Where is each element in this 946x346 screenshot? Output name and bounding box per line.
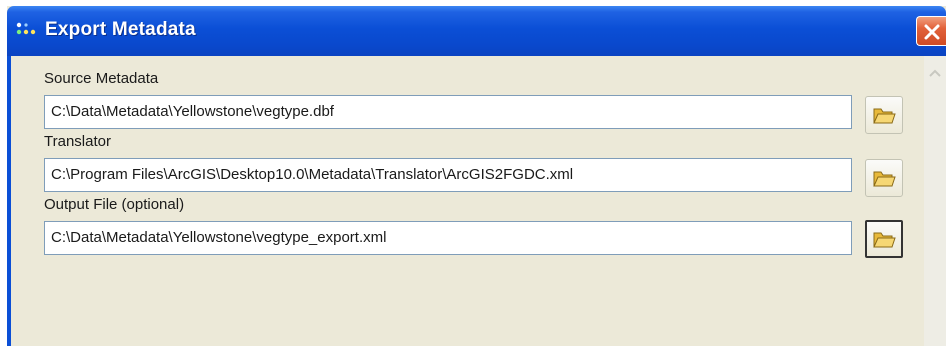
close-button[interactable] [916, 16, 946, 46]
output-file-label: Output File (optional) [44, 196, 185, 213]
output-file-browse-button[interactable] [865, 220, 903, 258]
close-icon [924, 24, 940, 40]
translator-input[interactable]: C:\Program Files\ArcGIS\Desktop10.0\Meta… [44, 158, 852, 192]
source-metadata-browse-button[interactable] [865, 96, 903, 134]
folder-icon [873, 232, 896, 248]
scrollbar[interactable] [924, 56, 946, 346]
translator-browse-button[interactable] [865, 159, 903, 197]
output-file-input[interactable]: C:\Data\Metadata\Yellowstone\vegtype_exp… [44, 221, 852, 255]
folder-icon [873, 108, 896, 124]
title-bar[interactable]: Export Metadata [7, 6, 946, 56]
folder-icon [873, 171, 896, 187]
export-metadata-dialog: Export Metadata Source Metadata C:\Data\… [7, 6, 946, 346]
source-metadata-label: Source Metadata [44, 70, 159, 87]
translator-label: Translator [44, 133, 111, 150]
window-frame [7, 56, 11, 346]
source-metadata-input[interactable]: C:\Data\Metadata\Yellowstone\vegtype.dbf [44, 95, 852, 129]
scroll-up-icon[interactable] [928, 68, 942, 78]
dots-icon [15, 21, 39, 41]
window-title: Export Metadata [45, 19, 196, 40]
